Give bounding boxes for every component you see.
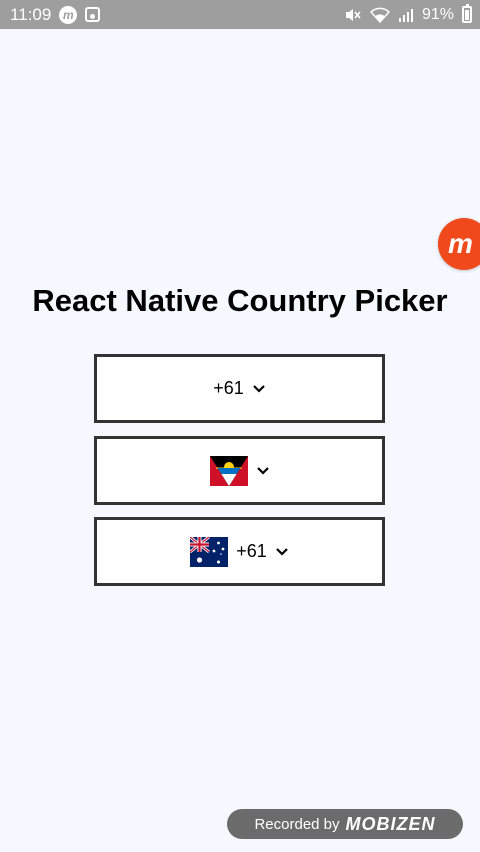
country-picker-flag-code[interactable]: +61 [94, 517, 385, 586]
recorded-by-watermark: Recorded by MOBIZEN [227, 809, 463, 839]
chevron-down-icon [252, 384, 266, 394]
mute-icon [344, 7, 362, 23]
mobizen-icon: m [59, 5, 78, 24]
mobizen-logo: MOBIZEN [345, 813, 436, 834]
chevron-down-icon [275, 547, 289, 557]
country-picker-flag[interactable] [94, 436, 385, 505]
country-picker-code[interactable]: +61 [94, 354, 385, 423]
calling-code: +61 [213, 378, 244, 398]
signal-icon [398, 7, 414, 23]
calling-code: +61 [236, 541, 267, 561]
status-left: 11:09 m [10, 4, 101, 25]
mobizen-floating-button[interactable]: m [438, 218, 480, 270]
battery-icon [462, 4, 472, 23]
recorded-label: Recorded by [254, 815, 340, 833]
gallery-icon [85, 7, 101, 22]
page-title: React Native Country Picker [32, 283, 448, 318]
status-time: 11:09 [10, 4, 52, 24]
antigua-flag-icon [209, 455, 248, 486]
status-right: 91% [344, 4, 472, 24]
chevron-down-icon [256, 466, 270, 476]
battery-percent: 91% [421, 5, 454, 23]
wifi-icon [369, 7, 390, 23]
australia-flag-icon [189, 535, 229, 567]
status-bar: 11:09 m 91% [0, 0, 480, 29]
